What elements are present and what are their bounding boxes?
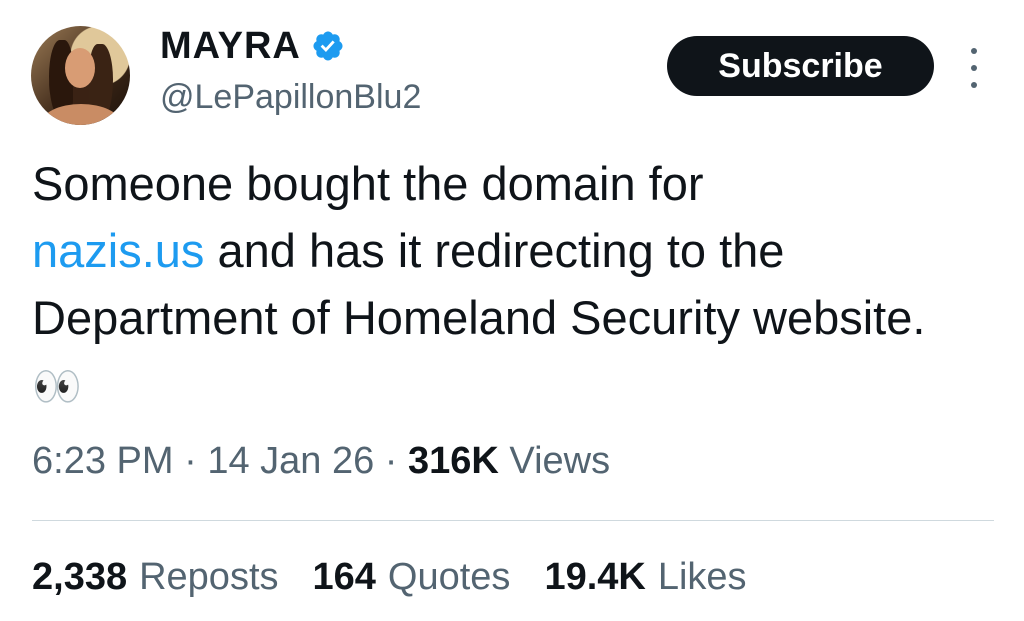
- views-count: 316K: [408, 440, 499, 482]
- eyes-emoji: 👀: [32, 365, 82, 409]
- stat-quotes[interactable]: 164 Quotes: [313, 556, 511, 599]
- tweet-link[interactable]: nazis.us: [32, 224, 204, 277]
- meta-separator: ·: [184, 440, 197, 482]
- stat-likes[interactable]: 19.4K Likes: [544, 556, 746, 599]
- tweet-time[interactable]: 6:23 PM: [32, 440, 174, 482]
- engagement-stats: 2,338 Reposts 164 Quotes 19.4K Likes: [32, 556, 747, 599]
- stat-reposts[interactable]: 2,338 Reposts: [32, 556, 279, 599]
- author-display-name[interactable]: MAYRA: [160, 25, 301, 68]
- author-handle[interactable]: @LePapillonBlu2: [160, 78, 421, 117]
- more-vertical-icon[interactable]: [960, 48, 988, 88]
- stat-label: Reposts: [139, 556, 279, 598]
- divider: [32, 520, 994, 521]
- tweet-meta: 6:23 PM · 14 Jan 26 · 316K Views: [32, 440, 610, 483]
- tweet-text-part: Someone bought the domain for: [32, 157, 704, 210]
- avatar-face: [65, 48, 95, 88]
- tweet-date[interactable]: 14 Jan 26: [207, 440, 374, 482]
- stat-label: Likes: [657, 556, 747, 598]
- meta-separator: ·: [384, 440, 398, 482]
- subscribe-button[interactable]: Subscribe: [667, 36, 934, 96]
- stat-label: Quotes: [387, 556, 511, 598]
- avatar[interactable]: [31, 26, 130, 125]
- stat-count: 19.4K: [544, 556, 646, 598]
- stat-count: 2,338: [32, 556, 128, 598]
- views-label: Views: [509, 440, 611, 482]
- dot: [971, 82, 977, 88]
- tweet-text: Someone bought the domain for nazis.us an…: [32, 150, 972, 421]
- stat-count: 164: [312, 556, 376, 598]
- dot: [971, 65, 977, 71]
- verified-badge-icon: [313, 31, 343, 61]
- dot: [971, 48, 977, 54]
- author-name-row[interactable]: MAYRA: [160, 24, 345, 68]
